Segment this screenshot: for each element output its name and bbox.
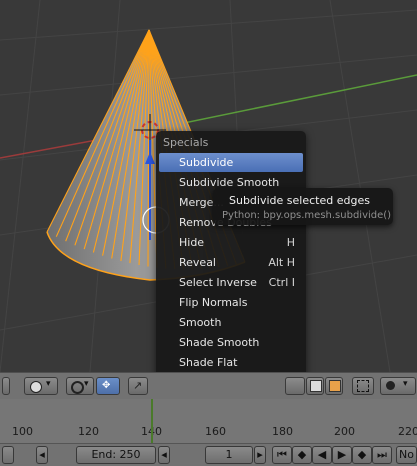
end-arrow-button[interactable]: ◂ — [158, 446, 170, 464]
translate-manipulator-button[interactable]: ↗ — [128, 377, 148, 395]
menu-item-shortcut: Ctrl I — [268, 276, 295, 289]
wireframe-cube-button[interactable] — [325, 377, 343, 395]
occlude-geometry-button[interactable] — [306, 377, 324, 395]
menu-item-label: Smooth — [179, 316, 222, 329]
menu-title: Specials — [163, 136, 209, 149]
menu-item-shortcut: H — [286, 236, 295, 249]
tooltip-description: Subdivide selected edges — [229, 194, 370, 207]
menu-item-reveal[interactable]: Reveal Alt H — [159, 253, 303, 272]
timeline-tick-label: 200 — [334, 425, 355, 438]
current-frame-arrow[interactable]: ▸ — [254, 446, 266, 464]
manipulator-icon: ✥ — [102, 380, 111, 391]
jump-end-button[interactable]: ⏭ — [372, 446, 392, 464]
play-button[interactable]: ▶ — [332, 446, 352, 464]
limit-selection-button[interactable] — [285, 377, 305, 395]
timeline-footer: ◂ End: 250 ◂ 1 ▸ ⏮ ◆ ◀ ▶ ◆ ⏭ No — [0, 443, 417, 466]
menu-item-label: Shade Flat — [179, 356, 238, 369]
play-reverse-button[interactable]: ◀ — [312, 446, 332, 464]
menu-item-label: Flip Normals — [179, 296, 248, 309]
cube-icon — [329, 380, 341, 392]
menu-item-shade-smooth[interactable]: Shade Smooth — [159, 333, 303, 352]
jump-start-button[interactable]: ⏮ — [272, 446, 292, 464]
menu-item-subdivide[interactable]: Subdivide — [159, 153, 303, 172]
menu-item-flip-normals[interactable]: Flip Normals — [159, 293, 303, 312]
timeline[interactable]: 100120140160180200220 — [0, 399, 417, 443]
circle-icon — [386, 381, 395, 390]
snap-dropdown[interactable]: ▾ — [380, 377, 416, 395]
menu-item-label: Shade Smooth — [179, 336, 260, 349]
dotted-square-icon — [357, 380, 369, 392]
menu-item-smooth[interactable]: Smooth — [159, 313, 303, 332]
tooltip: Subdivide selected edges Python: bpy.ops… — [213, 188, 393, 225]
prev-keyframe-button[interactable]: ◆ — [292, 446, 312, 464]
manipulator-toggle[interactable]: ✥ — [96, 377, 120, 395]
arrow-icon: ↗ — [133, 379, 143, 392]
menu-item-label: Hide — [179, 236, 205, 249]
chevron-down-icon: ▾ — [46, 379, 51, 389]
sphere-icon — [30, 381, 42, 393]
footer-left-button[interactable] — [2, 446, 14, 464]
viewport-header: ▾ ▾ ✥ ↗ ▾ — [0, 372, 417, 400]
next-keyframe-button[interactable]: ◆ — [352, 446, 372, 464]
header-edge-button[interactable] — [2, 377, 10, 395]
menu-item-label: Subdivide — [179, 156, 234, 169]
tooltip-python: Python: bpy.ops.mesh.subdivide() — [222, 210, 392, 221]
frame-indicator[interactable] — [151, 399, 153, 443]
menu-item-shortcut: Alt H — [268, 256, 295, 269]
pivot-point-dropdown[interactable]: ▾ — [66, 377, 94, 395]
viewport-shading-dropdown[interactable]: ▾ — [24, 377, 58, 395]
chevron-down-icon: ▾ — [403, 379, 408, 389]
timeline-tick-label: 100 — [12, 425, 33, 438]
timeline-tick-label: 120 — [78, 425, 99, 438]
end-frame-field[interactable]: End: 250 — [76, 446, 156, 464]
menu-item-shade-flat[interactable]: Shade Flat — [159, 353, 303, 372]
sync-dropdown[interactable]: No — [396, 446, 417, 464]
cube-icon — [310, 380, 322, 392]
proportional-edit-button[interactable] — [352, 377, 374, 395]
timeline-tick-label: 160 — [205, 425, 226, 438]
timeline-tick-label: 180 — [272, 425, 293, 438]
current-frame-field[interactable]: 1 — [205, 446, 253, 464]
pivot-icon — [71, 381, 84, 394]
chevron-down-icon: ▾ — [84, 379, 89, 389]
menu-item-label: Select Inverse — [179, 276, 257, 289]
menu-item-label: Reveal — [179, 256, 216, 269]
timeline-tick-label: 220 — [398, 425, 417, 438]
menu-item-hide[interactable]: Hide H — [159, 233, 303, 252]
menu-item-select-inverse[interactable]: Select Inverse Ctrl I — [159, 273, 303, 292]
start-arrow-button[interactable]: ◂ — [36, 446, 48, 464]
